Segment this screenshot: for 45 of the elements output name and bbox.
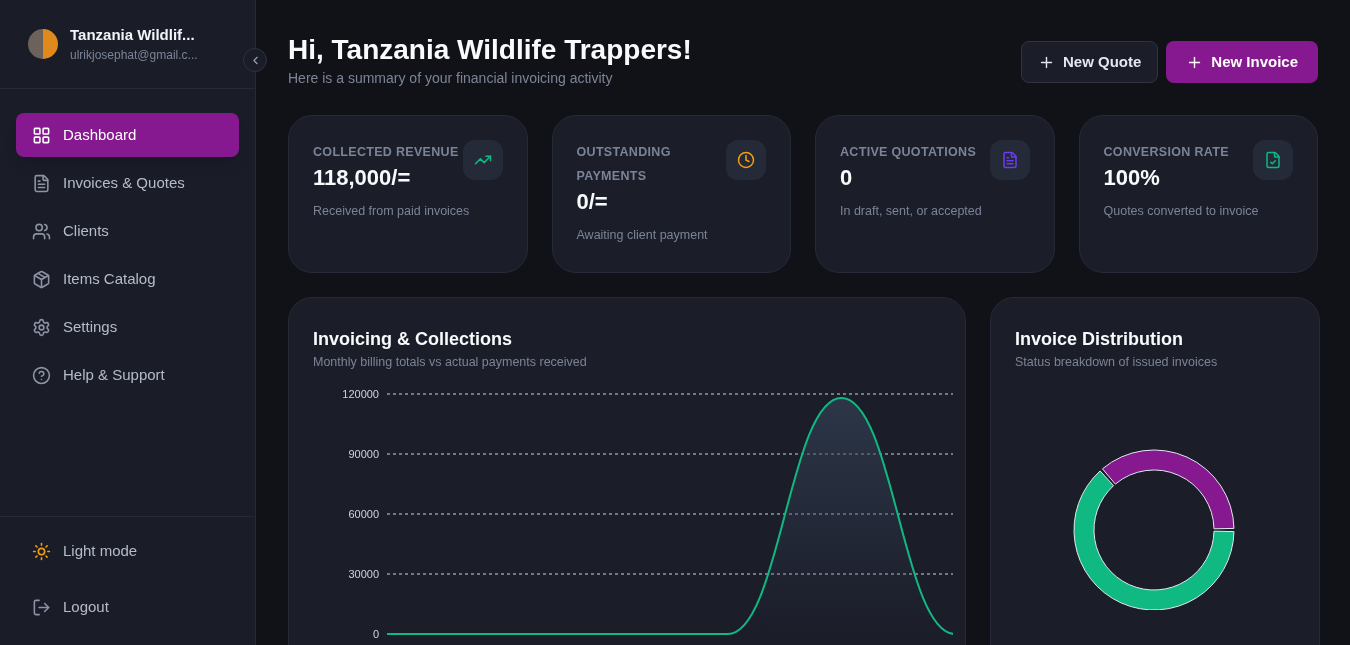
chart-subtitle: Status breakdown of issued invoices [1015,354,1219,371]
collapse-sidebar-button[interactable] [243,48,267,72]
axis-tick-label: 30000 [348,567,379,580]
stat-label: ACTIVE QUOTATIONS [840,144,978,161]
nav-item[interactable]: Invoices & Quotes [16,161,239,205]
organization-name: Tanzania Wildlif... [70,24,196,45]
box-icon [32,269,51,289]
stat-note: Quotes converted to invoice [1103,203,1259,220]
nav-item[interactable]: Clients [16,209,239,253]
stat-value: 0/= [576,188,609,216]
dashboard-grid-icon [32,125,51,145]
avatar [28,29,58,59]
stat-label: COLLECTED REVENUE [313,144,460,161]
axis-tick-label: 0 [372,627,379,640]
user-email: ulrikjosephat@gmail.c... [70,47,198,65]
nav-item[interactable]: Help & Support [16,353,239,397]
stat-note: In draft, sent, or accepted [840,203,982,220]
chart-subtitle: Monthly billing totals vs actual payments received [313,354,588,371]
settings-icon [32,317,51,337]
page-title: Hi, Tanzania Wildlife Trappers! [288,33,692,67]
theme-toggle-button[interactable]: Light mode [16,529,239,573]
stat-label: OUTSTANDING PAYMENTS [576,144,672,185]
users-icon [32,221,51,241]
sun-icon [32,541,51,561]
nav-item[interactable]: Settings [16,305,239,349]
nav-item[interactable]: Dashboard [16,113,239,157]
logout-icon [32,597,51,617]
axis-tick-label: 60000 [348,507,379,520]
new-invoice-button[interactable]: New Invoice [1166,41,1318,83]
stat-value: 0 [840,164,854,192]
stat-value: 100% [1103,164,1161,192]
logout-button[interactable]: Logout [16,585,239,629]
document-icon [32,173,51,193]
new-quote-button[interactable]: New Quote [1020,41,1159,83]
stat-note: Received from paid invoices [313,203,470,220]
nav-item[interactable]: Items Catalog [16,257,239,301]
stat-note: Awaiting client payment [576,227,709,244]
stat-label: CONVERSION RATE [1103,144,1230,161]
chart-title: Invoice Distribution [1015,328,1184,351]
axis-tick-label: 90000 [348,447,379,460]
chart-title: Invoicing & Collections [313,328,514,351]
page-subtitle: Here is a summary of your financial invoicing activity [288,69,614,88]
axis-tick-label: 120000 [342,387,379,400]
stat-value: 118,000/= [313,164,412,192]
help-icon [32,365,51,385]
